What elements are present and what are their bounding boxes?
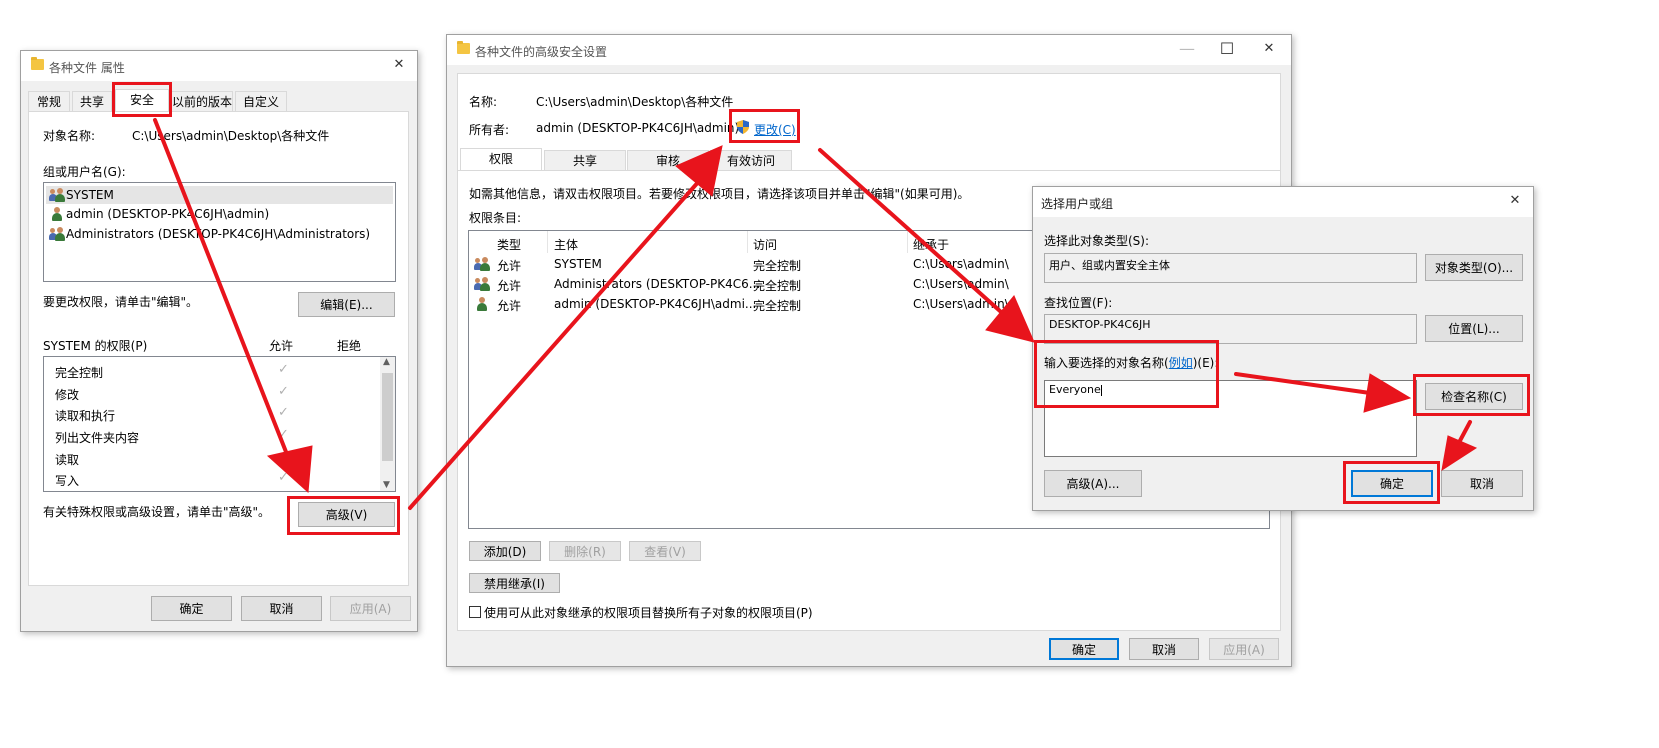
advanced-titlebar: 各种文件的高级安全设置 — ☐ ✕: [447, 35, 1291, 65]
ok-button[interactable]: 确定: [1049, 638, 1119, 660]
tab-general[interactable]: 常规: [28, 91, 70, 111]
deny-header: 拒绝: [337, 339, 362, 353]
allow-header: 允许: [269, 339, 294, 353]
view-button[interactable]: 查看(V): [629, 541, 701, 561]
col-type[interactable]: 类型: [497, 236, 521, 253]
highlight-security-tab: [112, 82, 172, 117]
tab-permissions[interactable]: 权限: [460, 148, 542, 170]
entries-label: 权限条目:: [469, 211, 522, 225]
remove-button[interactable]: 删除(R): [549, 541, 621, 561]
minimize-button[interactable]: —: [1173, 38, 1201, 60]
list-item[interactable]: SYSTEM: [46, 186, 393, 204]
advanced-hint: 有关特殊权限或高级设置，请单击"高级"。: [43, 505, 271, 519]
apply-button[interactable]: 应用(A): [330, 596, 411, 621]
add-button[interactable]: 添加(D): [469, 541, 541, 561]
properties-titlebar: 各种文件 属性 ✕: [21, 51, 417, 81]
object-name-label: 对象名称:: [43, 129, 96, 143]
groups-list[interactable]: SYSTEM admin (DESKTOP-PK4C6JH\admin) Adm…: [43, 182, 396, 282]
check-icon: ✓: [278, 405, 289, 420]
highlight-check-names-button: [1413, 374, 1530, 416]
perm-read: 读取: [55, 453, 80, 467]
info-text: 如需其他信息，请双击权限项目。若要修改权限项目，请选择该项目并单击"编辑"(如果…: [469, 187, 970, 201]
groups-label: 组或用户名(G):: [43, 165, 126, 179]
cancel-button[interactable]: 取消: [241, 596, 322, 621]
tab-sharing[interactable]: 共享: [544, 150, 626, 170]
tab-previous-versions[interactable]: 以前的版本: [171, 91, 233, 111]
select-titlebar: 选择用户或组 ✕: [1033, 187, 1533, 217]
perm-full-control: 完全控制: [55, 366, 104, 380]
highlight-advanced-button: [287, 496, 400, 535]
close-button[interactable]: ✕: [1255, 38, 1283, 60]
perm-write: 写入: [55, 474, 80, 488]
tab-effective-access[interactable]: 有效访问: [710, 150, 792, 170]
name-label: 名称:: [469, 95, 498, 109]
perm-read-execute: 读取和执行: [55, 409, 116, 423]
scrollbar[interactable]: ▲ ▼: [380, 357, 395, 491]
tab-auditing[interactable]: 审核: [627, 150, 709, 170]
perm-title: SYSTEM 的权限(P): [43, 339, 148, 353]
scroll-up-icon[interactable]: ▲: [383, 357, 390, 367]
cancel-button[interactable]: 取消: [1129, 638, 1199, 660]
list-item[interactable]: Administrators (DESKTOP-PK4C6JH\Administ…: [46, 225, 393, 243]
tab-customize[interactable]: 自定义: [235, 91, 287, 111]
check-icon: ✓: [278, 449, 289, 464]
check-icon: ✓: [278, 384, 289, 399]
apply-button[interactable]: 应用(A): [1209, 638, 1279, 660]
advanced-button[interactable]: 高级(A)...: [1044, 470, 1142, 497]
highlight-object-name-input: [1034, 340, 1219, 408]
check-icon: ✓: [278, 470, 289, 485]
group-icon: [474, 257, 490, 271]
object-type-label: 选择此对象类型(S):: [1044, 234, 1150, 248]
maximize-button[interactable]: ☐: [1213, 38, 1241, 60]
col-inherited[interactable]: 继承于: [913, 236, 949, 253]
owner-label: 所有者:: [469, 123, 510, 137]
object-types-button[interactable]: 对象类型(O)...: [1425, 254, 1523, 281]
window-title: 各种文件的高级安全设置: [475, 45, 608, 59]
col-separator: [547, 231, 548, 253]
highlight-ok-button: [1343, 461, 1440, 504]
check-icon: ✓: [278, 362, 289, 377]
name-value: C:\Users\admin\Desktop\各种文件: [536, 95, 734, 109]
scroll-down-icon[interactable]: ▼: [383, 480, 390, 490]
check-icon: ✓: [278, 427, 289, 442]
edit-button[interactable]: 编辑(E)...: [298, 292, 395, 317]
tab-sharing[interactable]: 共享: [72, 91, 112, 111]
cancel-button[interactable]: 取消: [1441, 470, 1523, 497]
close-button[interactable]: ✕: [385, 54, 413, 76]
close-button[interactable]: ✕: [1501, 190, 1529, 212]
permissions-list: 完全控制 修改 读取和执行 列出文件夹内容 读取 写入 ✓ ✓ ✓ ✓ ✓ ✓ …: [43, 356, 396, 492]
group-icon: [474, 277, 490, 291]
object-type-field: 用户、组或内置安全主体: [1044, 253, 1417, 283]
user-icon: [475, 297, 489, 311]
locations-button[interactable]: 位置(L)...: [1425, 315, 1523, 342]
col-principal[interactable]: 主体: [554, 236, 578, 253]
replace-child-permissions-checkbox[interactable]: [469, 606, 481, 618]
col-access[interactable]: 访问: [753, 236, 777, 253]
col-separator: [907, 231, 908, 253]
perm-list-folder: 列出文件夹内容: [55, 431, 140, 445]
perm-modify: 修改: [55, 388, 80, 402]
scroll-thumb[interactable]: [382, 373, 393, 461]
disable-inheritance-button[interactable]: 禁用继承(I): [469, 573, 560, 593]
edit-hint: 要更改权限，请单击"编辑"。: [43, 295, 199, 309]
object-name-value: C:\Users\admin\Desktop\各种文件: [132, 129, 330, 143]
folder-icon: [457, 41, 470, 54]
highlight-change-link: [729, 109, 800, 143]
folder-icon: [31, 57, 44, 70]
properties-dialog: 各种文件 属性 ✕ 常规 共享 安全 以前的版本 自定义 对象名称: C:\Us…: [20, 50, 418, 632]
group-icon: [49, 227, 65, 241]
ok-button[interactable]: 确定: [151, 596, 232, 621]
user-icon: [50, 207, 64, 221]
tab-divider: [458, 170, 1280, 171]
window-title: 选择用户或组: [1041, 197, 1114, 211]
list-item[interactable]: admin (DESKTOP-PK4C6JH\admin): [46, 205, 393, 223]
location-label: 查找位置(F):: [1044, 296, 1113, 310]
window-title: 各种文件 属性: [49, 61, 125, 75]
owner-value: admin (DESKTOP-PK4C6JH\admin): [536, 121, 740, 135]
replace-child-permissions-label: 使用可从此对象继承的权限项目替换所有子对象的权限项目(P): [484, 606, 813, 620]
col-separator: [747, 231, 748, 253]
group-icon: [49, 188, 65, 202]
